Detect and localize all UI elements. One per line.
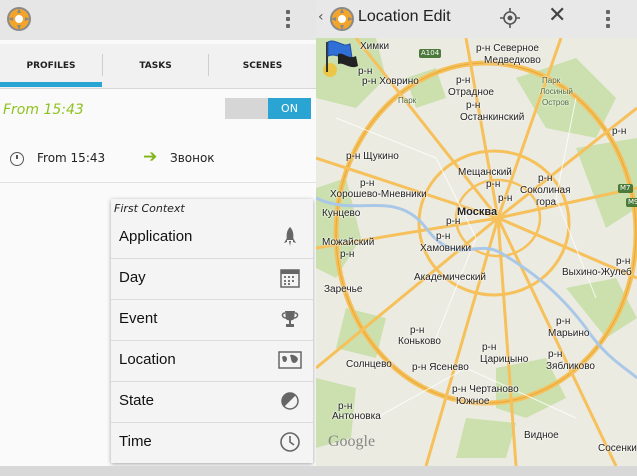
- tasker-app-icon[interactable]: [5, 5, 33, 33]
- half-circle-icon: [281, 392, 299, 410]
- location-action-bar: ‹ Location Edit ✕: [316, 0, 637, 38]
- menu-item-label: State: [119, 392, 155, 409]
- context-menu-header: First Context: [114, 202, 185, 215]
- map-label: Кунцево: [322, 208, 361, 219]
- map-label: Парк: [398, 96, 417, 105]
- menu-item-label: Application: [119, 228, 193, 245]
- map-label: р-н Ховрино: [362, 76, 419, 87]
- map-label: р-н: [616, 256, 631, 267]
- map-label: Марьино: [548, 328, 590, 339]
- map-label: Хамовники: [420, 243, 472, 254]
- map-label: Видное: [524, 430, 559, 441]
- map-label: Медведково: [484, 55, 541, 66]
- map-label: р-н: [446, 216, 461, 227]
- map-label: р-н: [410, 325, 425, 336]
- profile-toggle-on[interactable]: ON: [268, 98, 311, 119]
- map-label: Отрадное: [448, 87, 494, 98]
- map-label: Лосиный: [540, 87, 573, 96]
- tasker-main-panel: PROFILES TASKS SCENES From 15:43 ON From…: [0, 0, 316, 476]
- back-icon[interactable]: ‹: [318, 9, 324, 25]
- time-context-text[interactable]: From 15:43: [37, 151, 105, 165]
- menu-item-day[interactable]: Day: [111, 259, 313, 300]
- tab-tasks[interactable]: TASKS: [103, 44, 208, 88]
- map-label: Академический: [414, 272, 487, 283]
- road-badge: M9: [626, 198, 637, 207]
- map-label: Хорошево-Мневники: [330, 189, 427, 200]
- map-label: Коньково: [398, 336, 441, 347]
- map-label: р-н: [556, 316, 571, 327]
- context-menu: First Context Application Day Event Loca…: [111, 199, 313, 463]
- menu-item-event[interactable]: Event: [111, 300, 313, 341]
- map-label: Заречье: [324, 284, 363, 295]
- map-label: р-н: [498, 193, 513, 204]
- road-badge: А104: [419, 49, 442, 58]
- task-name[interactable]: Звонок: [170, 151, 215, 165]
- action-bar: [0, 0, 316, 40]
- map-label: р-н: [482, 342, 497, 353]
- map-label: р-н: [360, 178, 375, 189]
- tasker-app-icon[interactable]: [328, 5, 356, 33]
- map-label: р-н: [456, 75, 471, 86]
- map-label: Выхино-Жулеб: [562, 267, 632, 278]
- map-label: Парк: [542, 76, 561, 85]
- map-label: Сосенки: [598, 443, 637, 454]
- road-badge: M7: [618, 184, 633, 193]
- menu-item-time[interactable]: Time: [111, 423, 313, 463]
- active-tab-indicator: [0, 82, 102, 87]
- clock-icon: [10, 152, 24, 166]
- profile-title[interactable]: From 15:43: [3, 102, 84, 118]
- map-label: Солнцево: [346, 359, 392, 370]
- map-label: Можайский: [322, 237, 375, 248]
- tab-scenes[interactable]: SCENES: [209, 44, 316, 88]
- map-label: Соколиная: [520, 185, 571, 196]
- arrow-right-icon: ➔: [143, 147, 158, 167]
- map-label: Останкинский: [460, 112, 525, 123]
- map-label: р-н: [538, 173, 553, 184]
- menu-item-label: Location: [119, 351, 176, 368]
- map-label: Мещанский: [458, 167, 512, 178]
- map-label: р-н Щукино: [346, 151, 399, 162]
- map-label: р-н: [436, 231, 451, 242]
- map-label: р-н: [466, 100, 481, 111]
- map-view[interactable]: Химки А104 р-н Северное Медведково р-н р…: [316, 38, 637, 466]
- map-label: р-н Северное: [476, 43, 539, 54]
- map-label: Остров: [542, 98, 570, 107]
- map-label: Антоновка: [332, 411, 381, 422]
- location-edit-panel: ‹ Location Edit ✕ Химки А104 р-н Северно…: [316, 0, 637, 476]
- overflow-menu-icon[interactable]: [606, 10, 612, 31]
- menu-item-location[interactable]: Location: [111, 341, 313, 382]
- map-label: Царицыно: [480, 354, 529, 365]
- map-label: Химки: [360, 41, 390, 52]
- overflow-menu-icon[interactable]: [286, 10, 292, 31]
- page-title: Location Edit: [358, 8, 451, 25]
- menu-item-label: Time: [119, 433, 152, 450]
- close-icon[interactable]: ✕: [548, 4, 566, 28]
- map-label: Зябликово: [546, 361, 595, 372]
- map-label-city: Москва: [457, 206, 498, 218]
- clock-icon: [280, 432, 300, 452]
- map-label: р-н Ясенево: [412, 362, 469, 373]
- map-icon: [278, 351, 302, 369]
- map-label: р-н: [486, 179, 501, 190]
- map-label: р-н: [340, 249, 355, 260]
- trophy-icon: [281, 311, 299, 327]
- gps-locate-icon[interactable]: [500, 8, 520, 28]
- map-label: р-н: [612, 126, 627, 137]
- menu-item-label: Event: [119, 310, 158, 327]
- rocket-icon: [284, 227, 296, 246]
- map-label: р-н Чертаново: [452, 384, 519, 395]
- bottom-navigation-bar: [0, 466, 637, 476]
- location-flag-marker[interactable]: [316, 38, 360, 78]
- google-logo: Google: [328, 433, 376, 450]
- menu-item-state[interactable]: State: [111, 382, 313, 423]
- calendar-icon: [280, 269, 300, 288]
- map-label: гора: [536, 197, 557, 208]
- map-label: р-н: [548, 349, 563, 360]
- map-label: Южное: [456, 396, 490, 407]
- menu-item-label: Day: [119, 269, 146, 286]
- menu-item-application[interactable]: Application: [111, 218, 313, 259]
